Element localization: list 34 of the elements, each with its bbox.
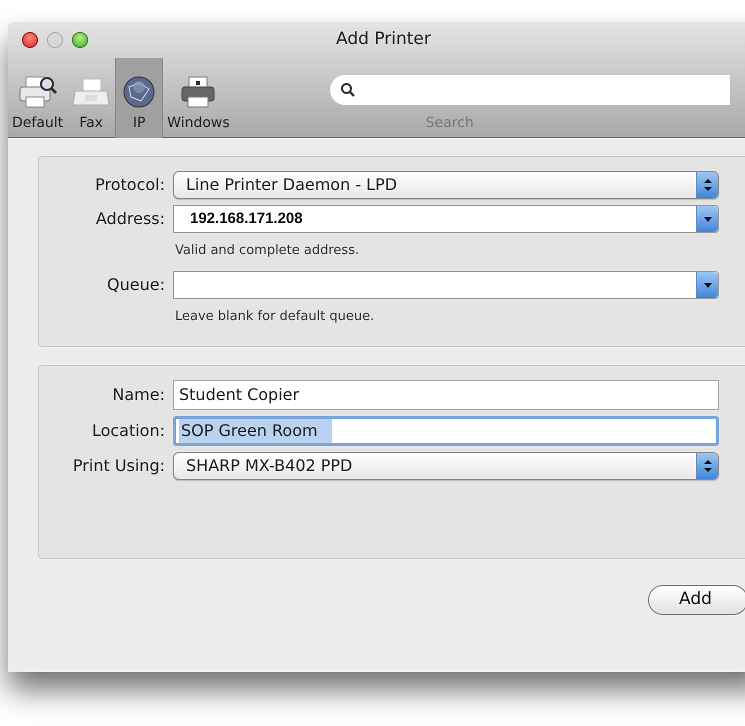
field-label: Queue: [106,274,165,296]
field-label: Address: [94,208,165,230]
field-label: Location: [90,420,165,442]
close-button[interactable] [22,32,38,48]
field-label: Print Using: [72,455,165,477]
add-button[interactable]: Add [648,585,745,615]
printer-magnifier-icon [18,75,58,109]
window-title: Add Printer [336,28,431,52]
popup-menu[interactable]: SHARP MX-B402 PPD [173,452,719,480]
text-field[interactable]: SOP Green Room [173,416,719,446]
popup-value: Line Printer Daemon - LPD [185,174,398,196]
field-value: Student Copier [178,384,300,406]
zoom-button[interactable] [72,32,88,48]
toolbar-button[interactable]: Fax [67,58,116,138]
field-value: SOP Green Room [179,419,332,443]
combo-box[interactable] [173,270,719,298]
stepper-arrows-icon [696,172,718,198]
hint-text: Leave blank for default queue. [175,308,376,326]
search-icon [340,82,356,98]
popup-value: SHARP MX-B402 PPD [185,455,354,477]
toolbar-button[interactable]: Default [8,58,68,138]
stepper-arrows-icon [696,453,718,479]
hint-text: Valid and complete address. [175,242,360,260]
minimize-button[interactable] [47,32,63,48]
search-label: Search [426,114,474,133]
toolbar-button[interactable]: Windows [163,58,234,138]
popup-menu[interactable]: Line Printer Daemon - LPD [173,171,719,199]
field-label: Protocol: [94,174,165,196]
field-label: Name: [111,384,165,406]
search-field[interactable] [330,75,730,105]
combo-value: 192.168.171.208 [189,208,304,229]
combo-box[interactable]: 192.168.171.208 [173,205,719,233]
text-field[interactable]: Student Copier [173,380,719,410]
toolbar-button[interactable]: IP [115,58,164,138]
